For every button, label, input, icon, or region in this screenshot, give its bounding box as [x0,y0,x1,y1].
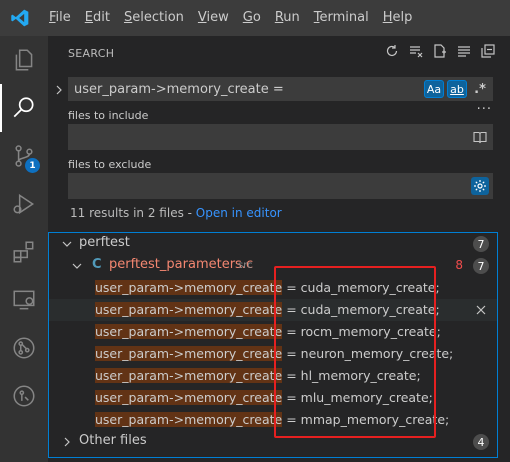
folder-row-other-files[interactable]: Other files 4 [49,431,497,453]
results-count-text: 11 results in 2 files - [70,206,196,220]
activity-bar: 1 [0,36,48,462]
exclude-label: files to exclude [68,158,152,171]
match-replacement-text: = mmap_memory_create; [282,412,450,427]
match-row[interactable]: user_param->memory_create = hl_memory_cr… [49,365,497,387]
match-row[interactable]: user_param->memory_create = mmap_memory_… [49,409,497,431]
match-highlight: user_param->memory_create [95,302,283,317]
folder-label: perftest [79,235,130,250]
menu-go[interactable]: Go [236,0,268,36]
dismiss-match-close-icon[interactable] [473,302,489,318]
title-actions [384,43,496,59]
run-debug-icon[interactable] [0,180,48,228]
match-replacement-text: = mlu_memory_create; [282,390,433,405]
match-highlight: user_param->memory_create [95,346,283,361]
other-files-label: Other files [79,433,147,448]
match-whole-word-toggle[interactable]: ab [447,80,467,98]
remote-explorer-icon[interactable] [0,276,48,324]
match-row[interactable]: user_param->memory_create = cuda_memory_… [49,277,497,299]
folder-match-count: 7 [473,236,489,252]
use-regex-toggle[interactable]: .* [470,80,490,98]
vscode-logo-icon [11,9,29,27]
search-box: Aa ab .* [68,77,493,101]
file-match-count: 7 [473,258,489,274]
search-sidebar: SEARCH Aa ab .* ··· files to include fil… [48,36,510,462]
match-row[interactable]: user_param->memory_create = rocm_memory_… [49,321,497,343]
search-icon[interactable] [0,84,48,132]
sidebar-title: SEARCH [68,47,115,60]
view-as-tree-icon[interactable] [456,43,472,59]
chevron-down-icon [69,258,85,274]
clear-results-icon[interactable] [408,43,424,59]
menu-terminal[interactable]: Terminal [307,0,376,36]
menu-run[interactable]: Run [268,0,307,36]
file-label: perftest_parameters.c [109,257,254,272]
match-replacement-text: = cuda_memory_create; [282,280,440,295]
open-editors-only-icon[interactable] [471,128,489,146]
match-replacement-text: = neuron_memory_create; [282,346,454,361]
use-exclude-settings-icon[interactable] [471,177,489,195]
refresh-icon[interactable] [384,43,400,59]
explorer-icon[interactable] [0,36,48,84]
match-replacement-text: = cuda_memory_create; [282,302,440,317]
toggle-replace-chevron-icon[interactable] [52,80,66,100]
chevron-down-icon [59,236,75,252]
exclude-field[interactable] [68,173,493,199]
match-case-toggle[interactable]: Aa [424,80,444,98]
results-tree: perftest 7 C perftest_parameters.c src 8… [48,232,498,458]
match-highlight: user_param->memory_create [95,280,283,295]
include-field[interactable] [68,124,493,150]
gitlens-icon[interactable] [0,372,48,420]
open-in-editor-link[interactable]: Open in editor [196,206,282,220]
folder-row-perftest[interactable]: perftest 7 [49,233,497,255]
menu-view[interactable]: View [191,0,236,36]
new-search-editor-icon[interactable] [432,43,448,59]
match-replacement-text: = rocm_memory_create; [282,324,441,339]
match-replacement-text: = hl_memory_create; [282,368,421,383]
menu-help[interactable]: Help [376,0,420,36]
match-row[interactable]: user_param->memory_create = mlu_memory_c… [49,387,497,409]
menu-file[interactable]: File [42,0,78,36]
search-input[interactable] [68,81,424,97]
source-control-badge: 1 [25,158,40,173]
other-files-match-count: 4 [473,434,489,450]
match-highlight: user_param->memory_create [95,324,283,339]
chevron-right-icon [59,434,75,450]
extensions-icon[interactable] [0,228,48,276]
menu-edit[interactable]: Edit [78,0,117,36]
match-highlight: user_param->memory_create [95,390,283,405]
menu-selection[interactable]: Selection [117,0,191,36]
source-control-icon[interactable]: 1 [0,132,48,180]
menu-bar: File Edit Selection View Go Run Terminal… [0,0,510,36]
c-file-icon: C [92,257,102,272]
git-pull-request-icon[interactable] [0,324,48,372]
match-row[interactable]: user_param->memory_create = neuron_memor… [49,343,497,365]
file-path: src [238,260,253,271]
problems-count: 8 [455,258,463,272]
results-summary: 11 results in 2 files - Open in editor [70,206,282,220]
collapse-all-icon[interactable] [480,43,496,59]
toggle-search-details-icon[interactable]: ··· [477,102,492,117]
file-row-perftest-parameters[interactable]: C perftest_parameters.c src 8 7 [49,255,497,277]
match-highlight: user_param->memory_create [95,412,283,427]
include-label: files to include [68,109,149,122]
match-highlight: user_param->memory_create [95,368,283,383]
match-row[interactable]: user_param->memory_create = cuda_memory_… [49,299,497,321]
